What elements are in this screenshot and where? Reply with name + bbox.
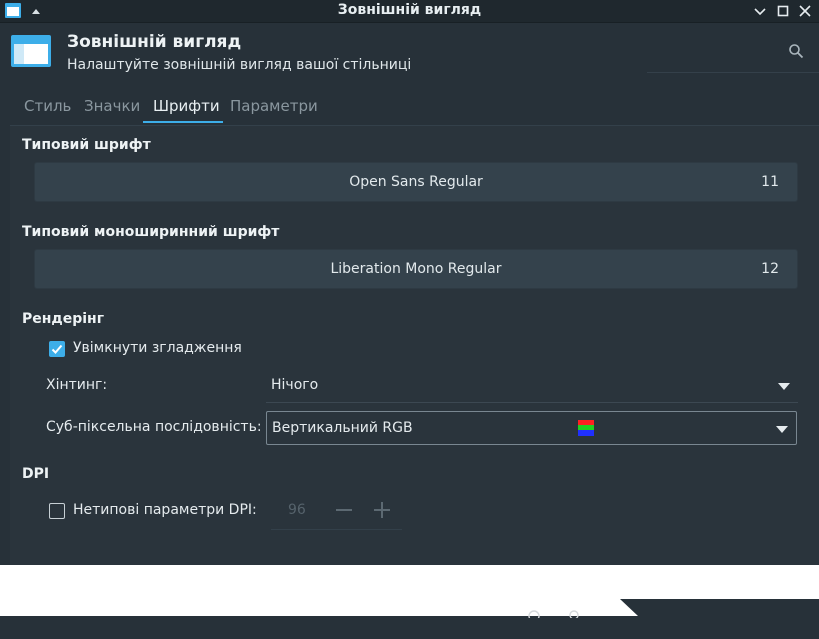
hinting-dropdown[interactable]: Нічого <box>266 369 798 403</box>
default-font-heading: Типовий шрифт <box>22 137 151 153</box>
checkmark-icon <box>51 344 63 354</box>
minimize-icon[interactable] <box>752 3 768 19</box>
partial-icons <box>528 610 579 618</box>
page-subtitle: Налаштуйте зовнішній вигляд вашої стільн… <box>67 57 412 73</box>
search-icon[interactable] <box>788 43 804 59</box>
chevron-down-icon <box>778 383 790 390</box>
hinting-label: Хінтинг: <box>46 377 108 393</box>
rendering-heading: Рендерінг <box>22 311 105 327</box>
appearance-icon <box>11 35 51 67</box>
dpi-heading: DPI <box>22 466 50 482</box>
mono-font-name: Liberation Mono Regular <box>330 261 502 277</box>
chevron-down-icon <box>776 426 788 433</box>
window-titlebar: Зовнішній вигляд <box>0 0 819 23</box>
dpi-spinbox[interactable]: 96 <box>271 493 402 530</box>
antialias-label[interactable]: Увімкнути згладження <box>73 340 242 356</box>
dpi-value: 96 <box>288 502 306 518</box>
active-tab-indicator <box>143 121 223 123</box>
close-icon[interactable] <box>797 3 813 19</box>
maximize-icon[interactable] <box>775 3 791 19</box>
subpixel-label: Суб-піксельна послідовність: <box>46 419 262 435</box>
mono-font-heading: Типовий моноширинний шрифт <box>22 224 280 240</box>
default-font-name: Open Sans Regular <box>349 174 483 190</box>
plus-icon-vertical <box>381 502 383 518</box>
subpixel-value: Вертикальний RGB <box>272 420 413 436</box>
page-title: Зовнішній вигляд <box>67 32 242 52</box>
tab-style[interactable]: Стиль <box>24 97 71 115</box>
tab-icons[interactable]: Значки <box>84 97 140 115</box>
panel-corner-shape <box>620 599 819 639</box>
minus-icon[interactable] <box>336 509 352 511</box>
default-font-button[interactable]: Open Sans Regular 11 <box>34 162 798 202</box>
custom-dpi-label[interactable]: Нетипові параметри DPI: <box>73 502 257 518</box>
window-title: Зовнішній вигляд <box>337 2 482 18</box>
hinting-value: Нічого <box>271 377 319 393</box>
antialias-checkbox[interactable] <box>49 341 65 357</box>
mono-font-size: 12 <box>761 261 779 277</box>
mono-font-button[interactable]: Liberation Mono Regular 12 <box>34 249 798 289</box>
search-field-underline[interactable] <box>647 72 819 73</box>
vertical-rgb-icon <box>578 420 594 436</box>
tab-fonts[interactable]: Шрифти <box>153 97 220 115</box>
tab-bar: Стиль Значки Шрифти Параметри <box>0 94 819 124</box>
default-font-size: 11 <box>761 174 779 190</box>
tab-settings[interactable]: Параметри <box>230 97 318 115</box>
custom-dpi-checkbox[interactable] <box>49 503 65 519</box>
subpixel-dropdown[interactable]: Вертикальний RGB <box>266 411 797 445</box>
module-header: Зовнішній вигляд Налаштуйте зовнішній ви… <box>0 23 819 85</box>
